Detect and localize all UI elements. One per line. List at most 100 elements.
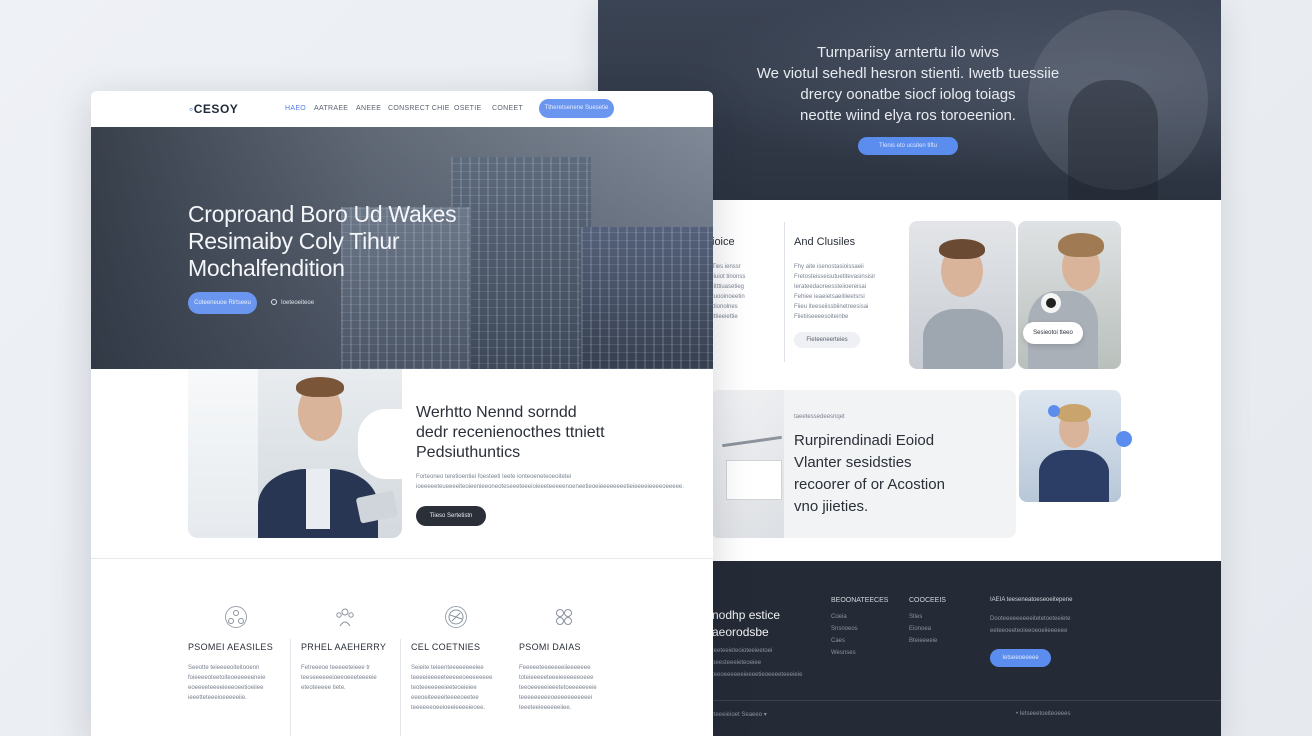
- feature-body: Feeeeeteeeeeeeiieeeeeee toteieeeeeteeeie…: [519, 665, 597, 711]
- footer-language-select[interactable]: Iteeeieioet Seaeeo ▾: [712, 711, 767, 718]
- globe-icon: [445, 606, 467, 628]
- section-divider: [91, 558, 713, 559]
- services-line: Ties ienssr: [712, 264, 741, 270]
- footer-col-title: COOCEEIS: [909, 597, 946, 604]
- hero-title: Croproand Boro Ud Wakes Resimaiby Coly T…: [188, 201, 518, 282]
- services-line: Iitttiuasetieg: [712, 284, 745, 290]
- person-shirt: [306, 469, 330, 529]
- clusters-line: Fiieu iteeseiissbiinetreesisai: [794, 304, 869, 310]
- footer-link[interactable]: Bteieeeeie: [909, 635, 937, 647]
- footer-copyright: • Ietseeetoeiteoeees: [1016, 711, 1071, 717]
- clusters-line: Fiietiiseeeesoiteinbe: [794, 314, 849, 320]
- decorative-shape: [358, 409, 402, 479]
- team-photo-woman-phone: [1019, 390, 1121, 502]
- clusters-line: Ierateedaoreessteiioereisai: [794, 284, 867, 290]
- footer-col-title: IAEIA teeseneatoeseoeitepene: [990, 597, 1073, 603]
- hero-line: drercy oonatbe siocf iolog toiags: [800, 86, 1016, 103]
- hero-secondary-link[interactable]: Ioeteoeiteoe: [271, 299, 314, 306]
- person-hair: [1057, 404, 1091, 422]
- about-photo-businessman: [188, 369, 402, 538]
- services-title: ioice: [712, 236, 735, 248]
- footer-link[interactable]: Snsnoeos: [831, 623, 858, 635]
- feature-title: PRHEL AAEHERRY: [301, 642, 387, 652]
- card-line: Rurpirendinadi Eoiod: [794, 432, 935, 449]
- feature-title: PSOMI DAIAS: [519, 642, 581, 652]
- clusters-line: Fehiee ieaeietsaeitiieetsrsi: [794, 294, 865, 300]
- hero-line: neotte wiind elya ros toroeenion.: [800, 107, 1016, 124]
- logo-text: CESOY: [193, 102, 239, 116]
- nav-link[interactable]: ANEEE: [356, 105, 381, 112]
- secondary-hero-button[interactable]: Tlenis eto ucsiten tiftu: [858, 137, 958, 155]
- clusters-line: Fretosteisseisutuetitevasinsisir: [794, 274, 876, 280]
- brand-logo[interactable]: ◦CESOY: [189, 102, 238, 116]
- photo-chip[interactable]: Sesieotoi tteeo: [1023, 322, 1083, 344]
- feature-divider: [400, 639, 401, 736]
- about-title-line: Pedsiuthuntics: [416, 444, 521, 461]
- nav-cta-button[interactable]: Ttheretsenene Suesetie: [539, 99, 614, 118]
- nav-link[interactable]: OSETIE: [454, 105, 481, 112]
- services-line: Ittieeiettie: [712, 314, 738, 320]
- clusters-title: And Clusiles: [794, 236, 856, 248]
- feature-title: CEL COETNIES: [411, 642, 481, 652]
- footer-intro: Ieeteeieteoioteeieetoei oeesteeeieteoeie…: [712, 648, 803, 678]
- building-image: [581, 227, 713, 369]
- paper-shape: [726, 460, 782, 500]
- highlight-card: taeetessedeesnqet Rurpirendinadi Eoiod V…: [784, 390, 1016, 538]
- card-line: vno jiieties.: [794, 498, 869, 515]
- grid-circles-icon: [553, 606, 575, 628]
- card-line: Vlanter sesidsties: [794, 454, 912, 471]
- status-dot-icon: [1048, 405, 1060, 417]
- card-eyebrow: taeetessedeesnqet: [794, 414, 845, 420]
- footer-newsletter-text: Dooteeeeeeeeeitetetoeteeiete eeteeoeeteo…: [990, 616, 1071, 634]
- chat-bubble-icon[interactable]: [1116, 431, 1132, 447]
- footer-col-title: BEOONATEECES: [831, 597, 889, 604]
- hero-line: Turnpariisy arntertu ilo wivs: [817, 44, 999, 61]
- footer-link[interactable]: Wesnses: [831, 647, 858, 659]
- footer-link[interactable]: Eionoea: [909, 623, 937, 635]
- feature-body: Fetreeeoe teeeeeteieee tr teeseeeeeeioee…: [301, 665, 377, 691]
- hero-line: We viotul sehedl hesron stienti. Iwetb t…: [756, 65, 1060, 82]
- person-suit: [1039, 450, 1109, 502]
- building-windows: [581, 227, 713, 369]
- hero-section: Croproand Boro Ud Wakes Resimaiby Coly T…: [91, 127, 713, 369]
- nav-link[interactable]: CONEET: [492, 105, 523, 112]
- footer-link[interactable]: Sties: [909, 611, 937, 623]
- about-title: Werhtto Nennd sorndd dedr recenienocthes…: [416, 403, 636, 463]
- footer-headline: nodhp estice aeorodsbe: [712, 607, 780, 641]
- footer-headline-line: nodhp estice: [712, 608, 781, 622]
- person-suit: [923, 309, 1003, 369]
- people-icon: [334, 606, 356, 628]
- person-hair: [296, 377, 344, 397]
- feature-divider: [290, 639, 291, 736]
- card-headline: Rurpirendinadi Eoiod Vlanter sesidsties …: [794, 430, 945, 518]
- hero-primary-button[interactable]: Coteeneuoe Rirtseeu: [188, 292, 257, 314]
- desk-tools-photo: [712, 390, 784, 538]
- about-title-line: Werhtto Nennd sorndd: [416, 404, 577, 421]
- record-icon[interactable]: [1041, 293, 1061, 313]
- footer-link[interactable]: Caes: [831, 635, 858, 647]
- person-hair: [939, 239, 985, 259]
- team-photo-man-laptop: [1018, 221, 1121, 369]
- clusters-button[interactable]: Fieteeneerteies: [794, 332, 860, 348]
- hero-title-line: Resimaiby Coly Tihur: [188, 228, 400, 254]
- main-page-mockup: ◦CESOY HAEO AATRAEE ANEEE CONSRECT CHIE …: [91, 91, 713, 736]
- nav-link-home[interactable]: HAEO: [285, 105, 306, 112]
- nav-link[interactable]: CONSRECT CHIE: [388, 105, 450, 112]
- footer-col-2: Sties Eionoea Bteieeeeie: [909, 611, 937, 647]
- clusters-line: Fhy aite isenostasioissaeii: [794, 264, 864, 270]
- about-body: Forteoneo teretioentiei foesteeti Ieete …: [416, 474, 684, 490]
- network-icon: [225, 606, 247, 628]
- top-navigation: ◦CESOY HAEO AATRAEE ANEEE CONSRECT CHIE …: [91, 91, 713, 127]
- about-button[interactable]: Tiieso Sertetistn: [416, 506, 486, 526]
- feature-body: Seieite teieenteeeeeeeeiee teeeeieeeeete…: [411, 665, 493, 711]
- footer-link[interactable]: Coeia: [831, 611, 858, 623]
- nav-link[interactable]: AATRAEE: [314, 105, 348, 112]
- card-line: recoorer of or Acostion: [794, 476, 945, 493]
- footer-subscribe-button[interactable]: Ietseeoeeeee: [990, 649, 1051, 667]
- person-hair: [1058, 233, 1104, 257]
- services-line: ttionolnes: [712, 304, 738, 310]
- pen-shape: [722, 435, 782, 448]
- services-column: ioice Ties ienssr Iiuiot tinonss Iitttiu…: [712, 236, 745, 322]
- services-line: Iuooinoeetin: [712, 294, 745, 300]
- clusters-column: And Clusiles Fhy aite isenostasioissaeii…: [794, 236, 904, 348]
